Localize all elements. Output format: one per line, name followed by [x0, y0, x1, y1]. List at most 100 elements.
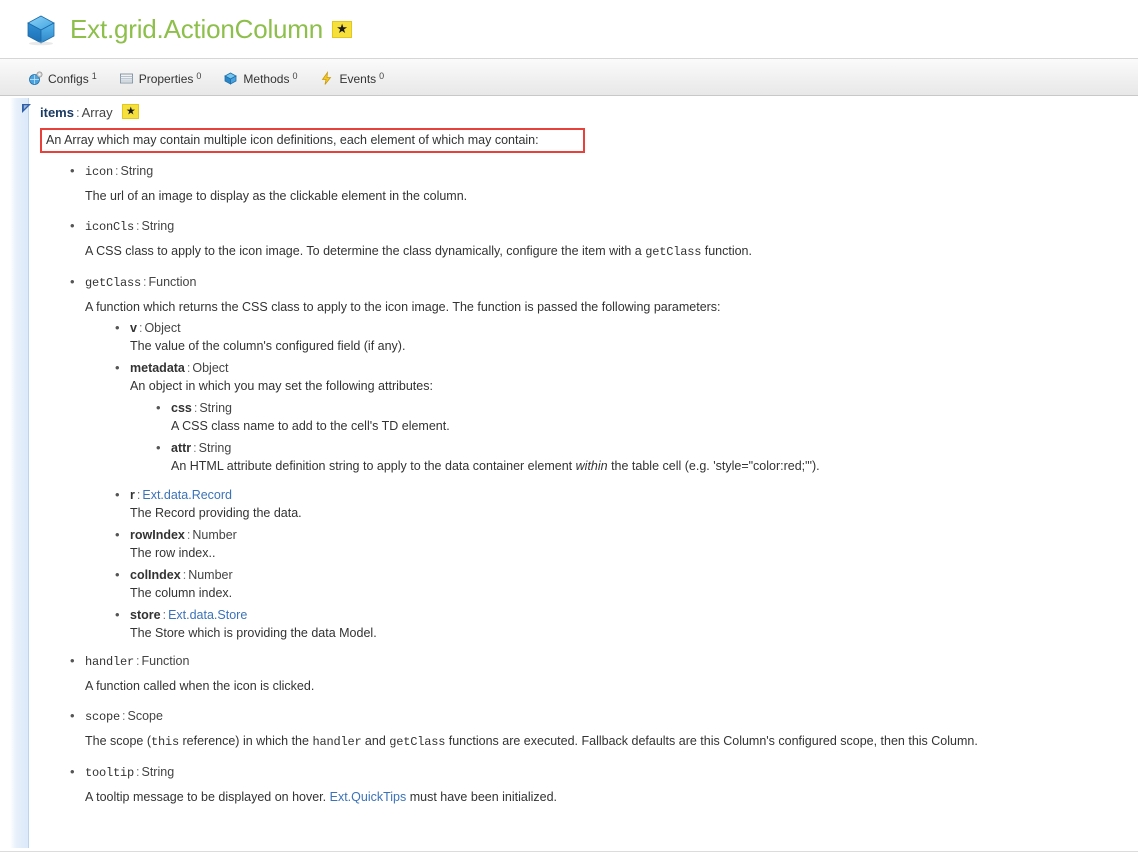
- tab-label-properties: Properties: [138, 72, 194, 86]
- param-type-link-r[interactable]: Ext.data.Record: [142, 488, 232, 502]
- entry-signature-icon: icon:String: [85, 163, 1128, 181]
- param-type-link-store[interactable]: Ext.data.Store: [168, 608, 247, 622]
- param-item-store: store:Ext.data.Store The Store which is …: [113, 606, 1128, 642]
- member-item-list: icon:String The url of an image to displ…: [68, 162, 1128, 806]
- attr-sep-attr: :: [193, 441, 197, 455]
- highlighted-description: An Array which may contain multiple icon…: [40, 128, 585, 153]
- scope-desc-code-getclass: getClass: [389, 735, 446, 749]
- tab-label-methods: Methods: [243, 72, 290, 86]
- scope-desc-part-a: The scope (: [85, 734, 152, 748]
- entry-type-scope: Scope: [127, 709, 163, 723]
- tab-methods[interactable]: Methods 0: [223, 68, 297, 86]
- iconcls-desc-code: getClass: [645, 245, 702, 259]
- entry-type-handler: Function: [141, 654, 190, 668]
- scope-desc-code-handler: handler: [312, 735, 362, 749]
- entry-desc-iconcls: A CSS class to apply to the icon image. …: [85, 243, 1005, 261]
- entry-signature-handler: handler:Function: [85, 653, 1128, 671]
- list-item-handler: handler:Function A function called when …: [68, 652, 1128, 695]
- tooltip-desc-part-b: must have been initialized.: [406, 790, 558, 804]
- param-sep-metadata: :: [186, 361, 191, 375]
- attr-desc-emphasis: within: [575, 459, 608, 473]
- entry-name-getclass: getClass: [85, 276, 142, 290]
- param-desc-rowindex: The row index..: [130, 546, 216, 560]
- tab-bar: Configs 1 Properties 0 Methods 0 Events …: [0, 58, 1138, 96]
- param-item-rowindex: rowIndex:Number The row index..: [113, 526, 1128, 562]
- left-rail: [10, 98, 29, 848]
- tooltip-desc-link-quicktips[interactable]: Ext.QuickTips: [330, 790, 407, 804]
- page-title: Ext.grid.ActionColumn: [70, 13, 324, 44]
- param-signature-v: v:Object: [130, 320, 1128, 337]
- entry-sep-tooltip: :: [136, 765, 140, 779]
- tooltip-desc-part-a: A tooltip message to be displayed on hov…: [85, 790, 330, 804]
- param-type-v: Object: [144, 321, 181, 335]
- member-name: items: [40, 105, 74, 120]
- scope-desc-code-this: this: [151, 735, 180, 749]
- list-item-scope: scope:Scope The scope (this reference) i…: [68, 707, 1128, 751]
- param-name-colindex: colIndex: [130, 568, 181, 582]
- events-icon: [319, 71, 334, 86]
- cube-icon: [24, 12, 58, 46]
- configs-icon: [28, 71, 43, 86]
- entry-type-tooltip: String: [141, 765, 175, 779]
- list-item-iconcls: iconCls:String A CSS class to apply to t…: [68, 217, 1128, 261]
- entry-signature-scope: scope:Scope: [85, 708, 1128, 726]
- properties-icon: [119, 71, 134, 86]
- entry-type-icon: String: [120, 164, 154, 178]
- scope-desc-part-c: and: [361, 734, 390, 748]
- iconcls-desc-part-b: function.: [701, 244, 752, 258]
- entry-sep-getclass: :: [143, 275, 147, 289]
- param-type-metadata: Object: [192, 361, 229, 375]
- tab-count-methods: 0: [292, 71, 298, 81]
- tab-count-events: 0: [379, 71, 385, 81]
- tab-label-configs: Configs: [48, 72, 89, 86]
- attr-signature-attr: attr:String: [171, 440, 1128, 457]
- getclass-params-list: v:Object The value of the column's confi…: [113, 319, 1128, 642]
- member-colon: :: [75, 105, 80, 120]
- list-item-tooltip: tooltip:String A tooltip message to be d…: [68, 763, 1128, 806]
- param-sep-store: :: [162, 608, 167, 622]
- attr-signature-css: css:String: [171, 400, 1128, 417]
- param-name-rowindex: rowIndex: [130, 528, 185, 542]
- attr-type-css: String: [199, 401, 232, 415]
- attr-desc-css: A CSS class name to add to the cell's TD…: [171, 419, 450, 433]
- param-desc-v: The value of the column's configured fie…: [130, 339, 406, 353]
- attr-desc-part-a: An HTML attribute definition string to a…: [171, 459, 576, 473]
- bottom-divider: [0, 851, 1138, 852]
- param-signature-metadata: metadata:Object: [130, 360, 1128, 377]
- star-badge-member: ★: [122, 104, 140, 119]
- param-item-r: r:Ext.data.Record The Record providing t…: [113, 486, 1128, 522]
- param-desc-store: The Store which is providing the data Mo…: [130, 626, 377, 640]
- tab-events[interactable]: Events 0: [319, 68, 384, 86]
- tab-count-configs: 1: [91, 71, 97, 81]
- list-item-getclass: getClass:Function A function which retur…: [68, 273, 1128, 642]
- member-type: Array: [81, 105, 113, 120]
- member-content: items: Array ★ An Array which may contain…: [40, 104, 1128, 819]
- attr-desc-attr: An HTML attribute definition string to a…: [171, 458, 1091, 475]
- param-sep-rowindex: :: [186, 528, 191, 542]
- tab-configs[interactable]: Configs 1: [28, 68, 97, 86]
- entry-name-scope: scope: [85, 710, 121, 724]
- entry-sep-iconcls: :: [136, 219, 140, 233]
- scope-desc-part-b: reference) in which the: [179, 734, 313, 748]
- scope-desc-part-d: functions are executed. Fallback default…: [445, 734, 978, 748]
- param-signature-store: store:Ext.data.Store: [130, 607, 1128, 624]
- member-signature: items: Array ★: [40, 104, 1128, 122]
- tab-properties[interactable]: Properties 0: [119, 68, 201, 86]
- entry-name-handler: handler: [85, 655, 135, 669]
- param-name-store: store: [130, 608, 161, 622]
- param-sep-r: :: [136, 488, 141, 502]
- param-sep-v: :: [138, 321, 143, 335]
- param-item-colindex: colIndex:Number The column index.: [113, 566, 1128, 602]
- entry-desc-icon: The url of an image to display as the cl…: [85, 189, 468, 203]
- entry-signature-tooltip: tooltip:String: [85, 764, 1128, 782]
- iconcls-desc-part-a: A CSS class to apply to the icon image. …: [85, 244, 646, 258]
- param-signature-rowindex: rowIndex:Number: [130, 527, 1128, 544]
- collapse-marker-icon[interactable]: [22, 104, 31, 113]
- param-type-colindex: Number: [188, 568, 233, 582]
- star-glyph-member: ★: [125, 104, 136, 117]
- param-desc-metadata: An object in which you may set the follo…: [130, 379, 433, 393]
- entry-sep-scope: :: [122, 709, 126, 723]
- entry-desc-tooltip: A tooltip message to be displayed on hov…: [85, 789, 1005, 806]
- attr-item-attr: attr:String An HTML attribute definition…: [154, 439, 1128, 475]
- param-sep-colindex: :: [182, 568, 187, 582]
